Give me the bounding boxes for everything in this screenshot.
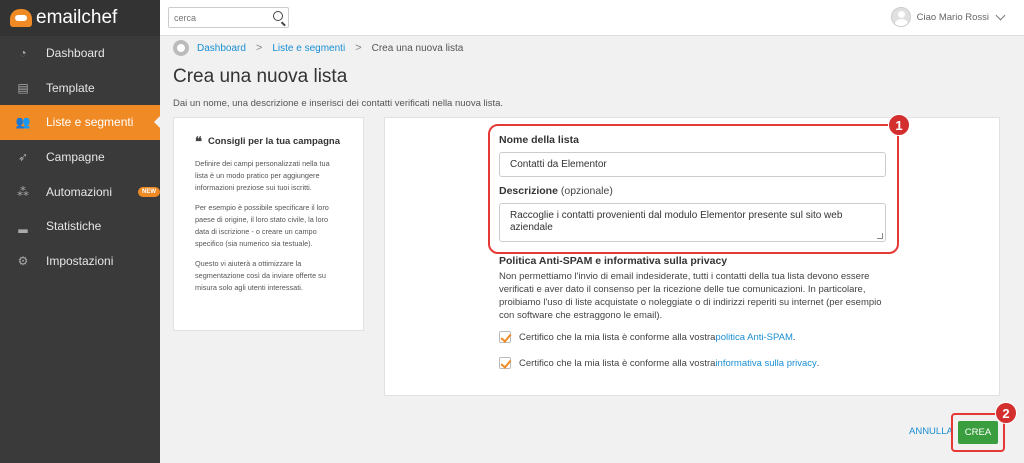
new-badge: NEW	[138, 186, 160, 197]
breadcrumb-separator-icon: >	[355, 42, 362, 54]
tips-paragraph: Definire dei campi personalizzati nella …	[195, 159, 330, 192]
antispam-check-row: Certifico che la mia lista è conforme al…	[499, 331, 796, 343]
template-icon: ▤	[17, 80, 29, 95]
antispam-check-text: Certifico che la mia lista è conforme al…	[519, 331, 716, 343]
cancel-button[interactable]: ANNULLA	[909, 426, 953, 437]
sidebar-item-campagne[interactable]: ➶ Campagne	[0, 140, 160, 175]
breadcrumb: Dashboard > Liste e segmenti > Crea una …	[173, 40, 463, 56]
scrollbar[interactable]	[1016, 36, 1024, 463]
breadcrumb-home-icon[interactable]	[173, 40, 189, 56]
breadcrumb-liste[interactable]: Liste e segmenti	[272, 43, 345, 54]
sidebar-item-statistiche[interactable]: ▂ Statistiche	[0, 209, 160, 244]
app-logo[interactable]: emailchef	[0, 0, 160, 36]
sidebar-item-liste-e-segmenti[interactable]: 👥 Liste e segmenti	[0, 105, 160, 140]
privacy-check-text: Certifico che la mia lista è conforme al…	[519, 357, 716, 369]
logo-text: emailchef	[36, 7, 118, 28]
sidebar-item-label: Dashboard	[46, 46, 105, 61]
period: .	[792, 331, 796, 343]
annotation-highlight-1	[488, 124, 899, 254]
breadcrumb-separator-icon: >	[255, 42, 263, 54]
tips-paragraph: Per esempio è possibile specificare il l…	[195, 203, 329, 248]
sidebar-item-automazioni[interactable]: ⁂ Automazioni NEW	[0, 174, 160, 209]
policy-text: Non permettiamo l'invio di email indesid…	[499, 271, 882, 321]
antispam-policy-link[interactable]: politica Anti-SPAM	[715, 332, 792, 343]
policy-title: Politica Anti-SPAM e informativa sulla p…	[499, 255, 728, 267]
privacy-policy-link[interactable]: informativa sulla privacy	[715, 358, 816, 369]
create-button[interactable]: CREA	[958, 421, 998, 444]
privacy-checkbox[interactable]	[499, 357, 511, 369]
tips-title: ❝ Consigli per la tua campagna	[195, 133, 343, 149]
breadcrumb-dashboard[interactable]: Dashboard	[197, 43, 246, 54]
settings-icon: ⚙	[17, 253, 29, 268]
sidebar-item-impostazioni[interactable]: ⚙ Impostazioni	[0, 244, 160, 279]
page-title: Crea una nuova lista	[173, 66, 348, 87]
sidebar: emailchef ◔ Dashboard ▤ Template 👥 Liste…	[0, 0, 160, 463]
search-icon[interactable]	[273, 11, 283, 21]
users-icon: 👥	[15, 115, 31, 130]
annotation-badge-1: 1	[888, 114, 910, 136]
send-icon: ➶	[17, 150, 29, 165]
chef-hat-icon	[10, 9, 32, 27]
period: .	[816, 357, 820, 369]
sidebar-item-label: Statistiche	[46, 219, 102, 234]
quote-icon: ❝	[195, 133, 202, 149]
breadcrumb-current: Crea una nuova lista	[371, 42, 464, 54]
page-subtitle: Dai un nome, una descrizione e inserisci…	[173, 98, 504, 109]
search-box	[168, 7, 289, 28]
topbar: Ciao Mario Rossi	[160, 0, 1024, 36]
search-input[interactable]	[169, 8, 265, 28]
sidebar-item-dashboard[interactable]: ◔ Dashboard	[0, 36, 160, 71]
user-menu[interactable]: Ciao Mario Rossi	[890, 7, 1006, 27]
sidebar-item-label: Automazioni	[45, 184, 112, 199]
privacy-check-row: Certifico che la mia lista è conforme al…	[499, 357, 819, 369]
tips-panel: ❝ Consigli per la tua campagna Definire …	[173, 117, 364, 331]
automation-icon: ⁂	[16, 184, 29, 199]
sidebar-item-label: Campagne	[46, 150, 105, 165]
tips-title-text: Consigli per la tua campagna	[208, 136, 340, 147]
tips-paragraph: Questo vi aiuterà a ottimizzare la segme…	[195, 259, 326, 292]
sidebar-item-label: Liste e segmenti	[46, 115, 134, 130]
stats-icon: ▂	[18, 219, 28, 234]
dashboard-icon: ◔	[19, 46, 27, 61]
chevron-down-icon[interactable]	[995, 10, 1006, 20]
sidebar-item-label: Impostazioni	[46, 253, 114, 268]
user-greeting: Ciao Mario Rossi	[916, 11, 989, 23]
antispam-checkbox[interactable]	[499, 331, 511, 343]
sidebar-item-label: Template	[46, 80, 95, 95]
avatar	[890, 7, 911, 27]
sidebar-item-template[interactable]: ▤ Template	[0, 71, 160, 106]
annotation-badge-2: 2	[995, 402, 1017, 424]
